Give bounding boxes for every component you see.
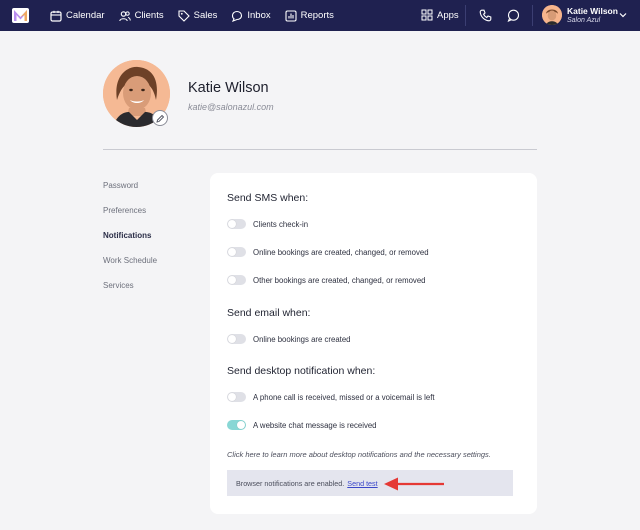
toggle-label: Other bookings are created, changed, or … [253,275,426,285]
calendar-icon [50,10,62,22]
desktop-website-chat-toggle[interactable]: A website chat message is received [227,420,377,430]
top-navigation-bar: Calendar Clients Sales Inbox Reports App… [0,0,640,31]
send-test-link[interactable]: Send test [347,479,377,488]
nav-sales[interactable]: Sales [178,0,218,31]
toggle-switch[interactable] [227,334,246,344]
nav-clients-label: Clients [134,10,164,21]
edit-photo-button[interactable] [152,110,168,126]
nav-reports-label: Reports [300,10,334,21]
side-menu-work-schedule[interactable]: Work Schedule [103,256,157,265]
email-heading: Send email when: [227,307,311,319]
tag-icon [178,9,190,22]
phone-icon[interactable] [479,9,492,22]
side-menu-notifications[interactable]: Notifications [103,231,151,240]
salon-name: Salon Azul [567,16,601,24]
toggle-switch[interactable] [227,219,246,229]
profile-email: katie@salonazul.com [188,102,274,112]
side-menu-preferences[interactable]: Preferences [103,206,146,215]
divider [103,149,537,150]
nav-clients[interactable]: Clients [118,0,164,31]
nav-divider [465,5,466,26]
nav-inbox-label: Inbox [247,10,271,21]
desktop-notifications-help-link[interactable]: Click here to learn more about desktop n… [227,450,491,459]
bar-chart-icon [285,9,297,22]
toggle-label: A website chat message is received [253,420,377,430]
nav-calendar-label: Calendar [66,10,105,21]
chat-icon[interactable] [507,9,520,22]
toggle-label: A phone call is received, missed or a vo… [253,392,435,402]
profile-name: Katie Wilson [188,80,269,96]
email-online-bookings-toggle[interactable]: Online bookings are created [227,334,351,344]
toggle-label: Clients check-in [253,219,309,229]
toggle-label: Online bookings are created, changed, or… [253,247,429,257]
chat-bubbles-icon [231,10,243,22]
side-menu-password[interactable]: Password [103,181,138,190]
nav-divider [532,5,533,26]
side-menu-services[interactable]: Services [103,281,134,290]
user-name: Katie Wilson [567,5,618,16]
apps-label: Apps [437,9,459,21]
desktop-heading: Send desktop notification when: [227,365,376,377]
desktop-phone-call-toggle[interactable]: A phone call is received, missed or a vo… [227,392,435,402]
app-logo-icon[interactable] [12,8,29,23]
notice-text: Browser notifications are enabled. [236,478,345,488]
sms-clients-checkin-toggle[interactable]: Clients check-in [227,219,308,229]
nav-calendar[interactable]: Calendar [50,0,105,31]
toggle-switch[interactable] [227,392,246,402]
nav-sales-label: Sales [193,10,218,21]
users-icon [118,10,131,22]
toggle-switch[interactable] [227,420,246,430]
browser-notifications-notice: Browser notifications are enabled. Send … [227,470,513,496]
sms-other-bookings-toggle[interactable]: Other bookings are created, changed, or … [227,275,426,285]
apps-button[interactable]: Apps [421,9,459,21]
nav-inbox[interactable]: Inbox [231,0,271,31]
pencil-icon [155,114,164,123]
nav-reports[interactable]: Reports [285,0,334,31]
sms-online-bookings-toggle[interactable]: Online bookings are created, changed, or… [227,247,429,257]
chevron-down-icon[interactable] [619,12,627,18]
user-menu[interactable]: Katie Wilson Salon Azul [542,5,618,25]
sms-heading: Send SMS when: [227,192,309,204]
annotation-arrow-icon [384,477,444,491]
grid-icon [421,9,433,21]
toggle-label: Online bookings are created [253,334,351,344]
toggle-switch[interactable] [227,275,246,285]
main-nav: Calendar Clients Sales Inbox Reports [50,0,348,31]
avatar [542,5,562,25]
toggle-switch[interactable] [227,247,246,257]
